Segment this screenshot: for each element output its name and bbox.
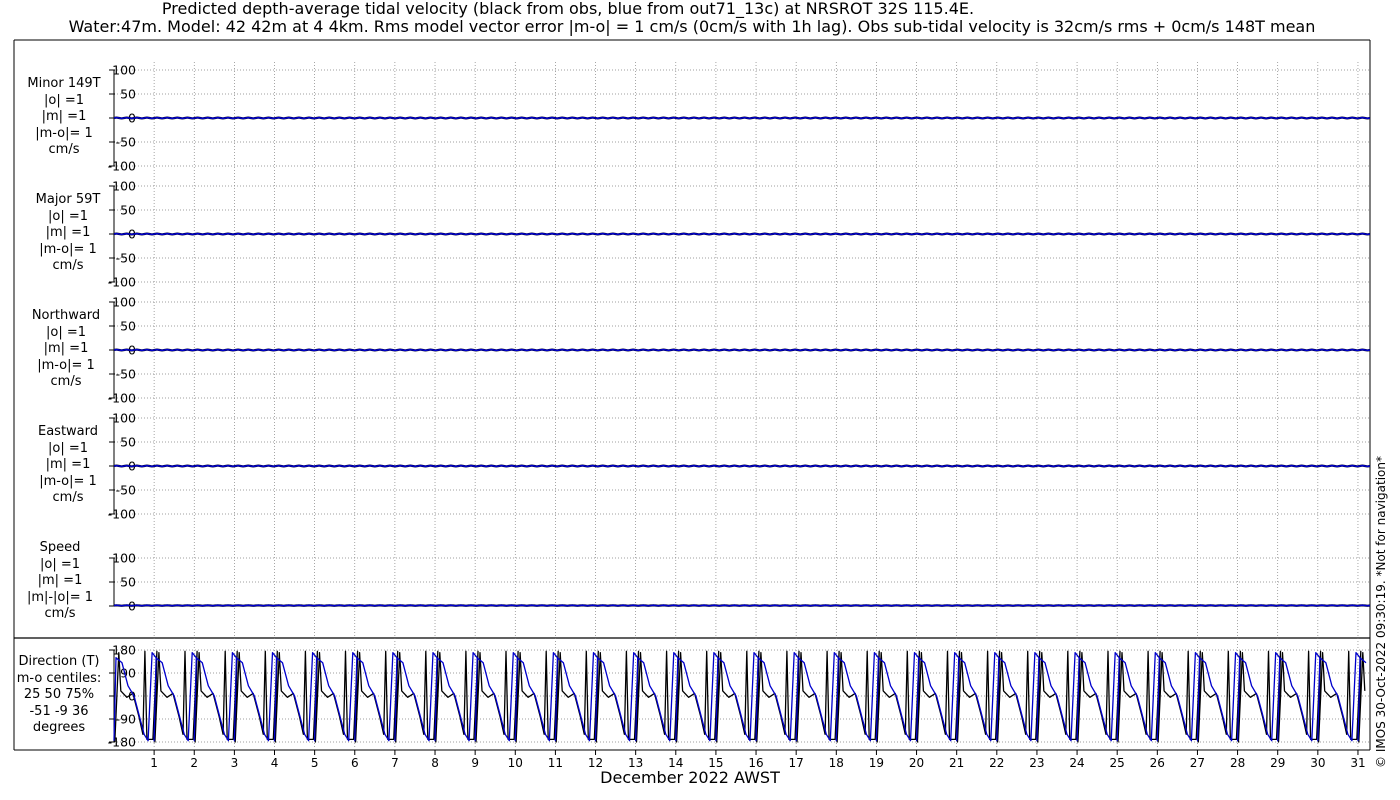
panel-label-eastward-line-1: Eastward — [37, 424, 99, 439]
y-tick-label: -100 — [108, 391, 136, 406]
x-tick-label: 5 — [311, 756, 319, 770]
panel-label-major-line-1: Major 59T — [35, 192, 101, 207]
panel-label-eastward-line-3: |m| =1 — [45, 457, 91, 473]
panel-label-major-line-4: |m-o|= 1 — [39, 241, 97, 257]
panel-label-direction-line-4: -51 -9 36 — [29, 703, 89, 719]
panel-label-eastward-line-2: |o| =1 — [47, 440, 88, 456]
panel-label-minor-line-3: |m| =1 — [41, 109, 87, 125]
y-tick-label: -50 — [116, 483, 136, 498]
panel-direction: -180-90090180 — [108, 643, 1370, 750]
x-tick-label: 3 — [231, 756, 239, 770]
y-tick-label: -90 — [116, 712, 136, 727]
x-tick-label: 4 — [271, 756, 279, 770]
y-tick-label: 50 — [120, 319, 136, 334]
panel-speed: 050100 — [109, 551, 1371, 614]
x-tick-label: 30 — [1310, 756, 1325, 770]
panel-label-direction-line-2: m-o centiles: — [16, 670, 102, 686]
panel-major: -100-50050100 — [108, 179, 1371, 290]
panel-label-speed: Speed |o| =1 |m| =1 |m|-|o|= 1 cm/s — [10, 540, 110, 623]
panel-label-northward: Northward |o| =1 |m| =1 |m-o|= 1 cm/s — [16, 308, 116, 391]
x-tick-label: 24 — [1069, 756, 1084, 770]
copyright-text: © IMOS 30-Oct-2022 09:30:19. *Not for na… — [1374, 456, 1388, 768]
y-tick-label: -100 — [108, 159, 136, 174]
panel-label-northward-line-5: cm/s — [50, 374, 82, 390]
x-tick-label: 7 — [391, 756, 399, 770]
x-tick-label: 31 — [1350, 756, 1365, 770]
x-axis-label: December 2022 AWST — [600, 768, 780, 787]
x-tick-label: 1 — [150, 756, 158, 770]
y-tick-label: -50 — [116, 251, 136, 266]
panel-label-northward-line-4: |m-o|= 1 — [37, 357, 95, 373]
y-tick-label: 50 — [120, 203, 136, 218]
panel-label-direction-line-3: 25 50 75% — [23, 687, 95, 703]
copyright-notice: © IMOS 30-Oct-2022 09:30:19. *Not for na… — [1374, 408, 1392, 768]
panel-label-speed-line-1: Speed — [39, 540, 81, 555]
panel-label-northward-line-2: |o| =1 — [45, 324, 86, 340]
y-tick-label: -50 — [116, 367, 136, 382]
x-tick-label: 19 — [869, 756, 884, 770]
x-tick-label: 28 — [1230, 756, 1245, 770]
y-tick-label: 90 — [120, 666, 136, 681]
panel-label-minor-line-1: Minor 149T — [27, 76, 101, 91]
panel-label-direction-line-1: Direction (T) — [18, 654, 100, 669]
panel-northward: -100-50050100 — [108, 295, 1371, 406]
x-tick-label: 2 — [190, 756, 198, 770]
x-tick-label: 8 — [431, 756, 439, 770]
panel-label-minor-line-5: cm/s — [48, 142, 80, 158]
panel-label-major: Major 59T |o| =1 |m| =1 |m-o|= 1 cm/s — [18, 192, 118, 275]
model-line-major — [113, 232, 1371, 236]
panel-label-eastward: Eastward |o| =1 |m| =1 |m-o|= 1 cm/s — [18, 424, 118, 507]
x-tick-label: 23 — [1029, 756, 1044, 770]
model-line-speed — [113, 604, 1371, 607]
panel-label-speed-line-3: |m| =1 — [37, 573, 83, 589]
y-tick-label: -180 — [108, 735, 136, 750]
panel-label-major-line-3: |m| =1 — [45, 225, 91, 241]
panel-minor: -100-50050100 — [108, 63, 1371, 174]
panel-label-minor-line-4: |m-o|= 1 — [35, 125, 93, 141]
y-tick-label: 180 — [112, 643, 136, 658]
panel-label-speed-line-4: |m|-|o|= 1 — [26, 589, 94, 605]
panel-label-northward-line-1: Northward — [31, 308, 101, 323]
panel-label-major-line-2: |o| =1 — [47, 208, 88, 224]
panel-label-speed-line-5: cm/s — [44, 606, 76, 622]
y-tick-label: 50 — [120, 575, 136, 590]
y-tick-label: -100 — [108, 507, 136, 522]
x-tick-label: 6 — [351, 756, 359, 770]
x-tick-label: 21 — [949, 756, 964, 770]
x-tick-label: 26 — [1150, 756, 1165, 770]
panel-label-speed-line-2: |o| =1 — [39, 556, 80, 572]
panel-label-direction: Direction (T) m-o centiles: 25 50 75% -5… — [9, 654, 109, 737]
panel-label-minor: Minor 149T |o| =1 |m| =1 |m-o|= 1 cm/s — [14, 76, 114, 159]
panel-label-eastward-line-5: cm/s — [52, 490, 84, 506]
model-line-minor — [113, 116, 1371, 120]
y-tick-label: 100 — [112, 551, 136, 566]
y-tick-label: -50 — [116, 135, 136, 150]
panel-label-minor-line-2: |o| =1 — [43, 92, 84, 108]
y-tick-label: 50 — [120, 435, 136, 450]
x-tick-label: 27 — [1190, 756, 1205, 770]
x-tick-label: 22 — [989, 756, 1004, 770]
x-tick-label: 9 — [471, 756, 479, 770]
model-line-eastward — [113, 464, 1371, 468]
panel-label-eastward-line-4: |m-o|= 1 — [39, 473, 97, 489]
y-tick-label: 50 — [120, 87, 136, 102]
model-line-northward — [113, 348, 1371, 352]
y-tick-label: -100 — [108, 275, 136, 290]
panel-label-northward-line-3: |m| =1 — [43, 341, 89, 357]
x-tick-label: 20 — [909, 756, 924, 770]
panel-label-major-line-5: cm/s — [52, 258, 84, 274]
x-tick-label: 25 — [1110, 756, 1125, 770]
panel-label-direction-line-5: degrees — [32, 720, 86, 736]
panel-eastward: -100-50050100 — [108, 411, 1371, 522]
x-tick-label: 29 — [1270, 756, 1285, 770]
y-tick-label: 100 — [112, 63, 136, 78]
tidal-velocity-chart: 1 2 3 4 5 6 7 8 9 10 11 12 13 14 15 16 17 18 19 20 21 22 23 24 2… — [13, 39, 1371, 770]
